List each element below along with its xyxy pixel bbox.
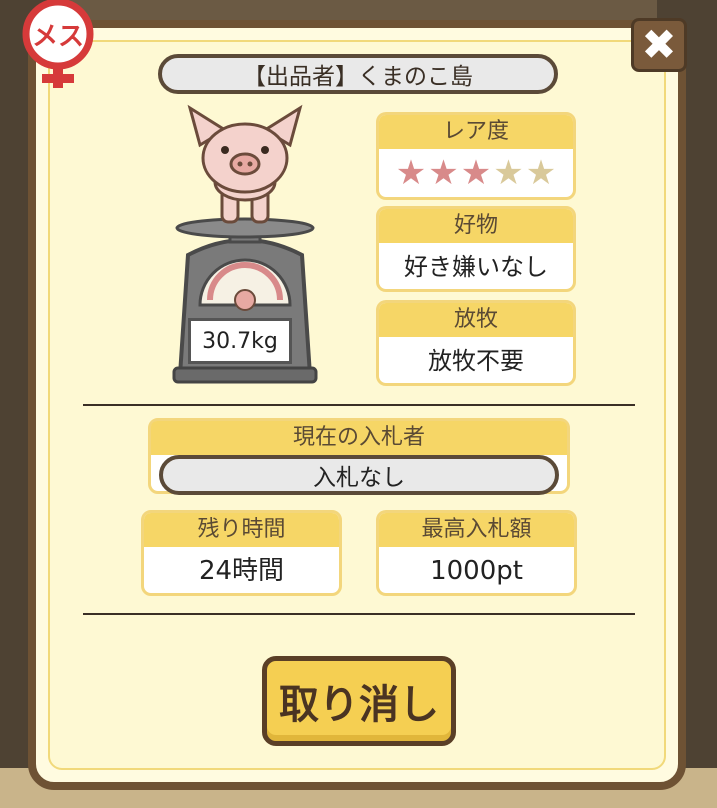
female-gender-badge: メス <box>12 0 104 92</box>
star-empty-icon: ★ <box>525 153 557 193</box>
max-bid-header: 最高入札額 <box>379 513 574 547</box>
female-symbol-icon: メス <box>22 0 94 88</box>
remaining-time-value: 24時間 <box>198 556 285 586</box>
remaining-time-header: 残り時間 <box>144 513 339 547</box>
star-filled-icon: ★ <box>460 153 492 193</box>
seller-name-bar: 【出品者】くまのこ島 <box>158 54 558 94</box>
current-bidder-value: 入札なし <box>159 455 559 495</box>
star-empty-icon: ★ <box>493 153 524 193</box>
current-bidder-header: 現在の入札者 <box>151 421 567 455</box>
star-filled-icon: ★ <box>428 153 459 193</box>
star-filled-icon: ★ <box>395 153 427 193</box>
grazing-box: 放牧 放牧不要 <box>376 300 576 386</box>
rarity-header: レア度 <box>379 115 573 149</box>
close-icon: ✖ <box>641 20 677 69</box>
max-bid-box: 最高入札額 1000pt <box>376 510 577 596</box>
rarity-box: レア度 ★ ★ ★ ★ ★ <box>376 112 576 200</box>
max-bid-value: 1000pt <box>430 556 523 586</box>
grazing-value: 放牧不要 <box>428 347 524 375</box>
gender-label: メス <box>32 22 84 52</box>
favorite-food-box: 好物 好き嫌いなし <box>376 206 576 292</box>
grazing-header: 放牧 <box>379 303 573 337</box>
remaining-time-box: 残り時間 24時間 <box>141 510 342 596</box>
current-bidder-box: 現在の入札者 入札なし <box>148 418 570 495</box>
section-divider-bottom <box>83 613 635 615</box>
favorite-food-value: 好き嫌いなし <box>404 253 548 281</box>
cancel-listing-button[interactable]: 取り消し <box>262 656 456 746</box>
rarity-stars: ★ ★ ★ ★ ★ <box>379 149 573 193</box>
close-button[interactable]: ✖ <box>631 18 687 72</box>
seller-label: 【出品者】くまのこ島 <box>243 64 473 90</box>
favorite-food-header: 好物 <box>379 209 573 243</box>
cancel-button-label: 取り消し <box>279 682 439 728</box>
pig-weight-label: 30.7kg <box>188 318 292 364</box>
section-divider-top <box>83 404 635 406</box>
